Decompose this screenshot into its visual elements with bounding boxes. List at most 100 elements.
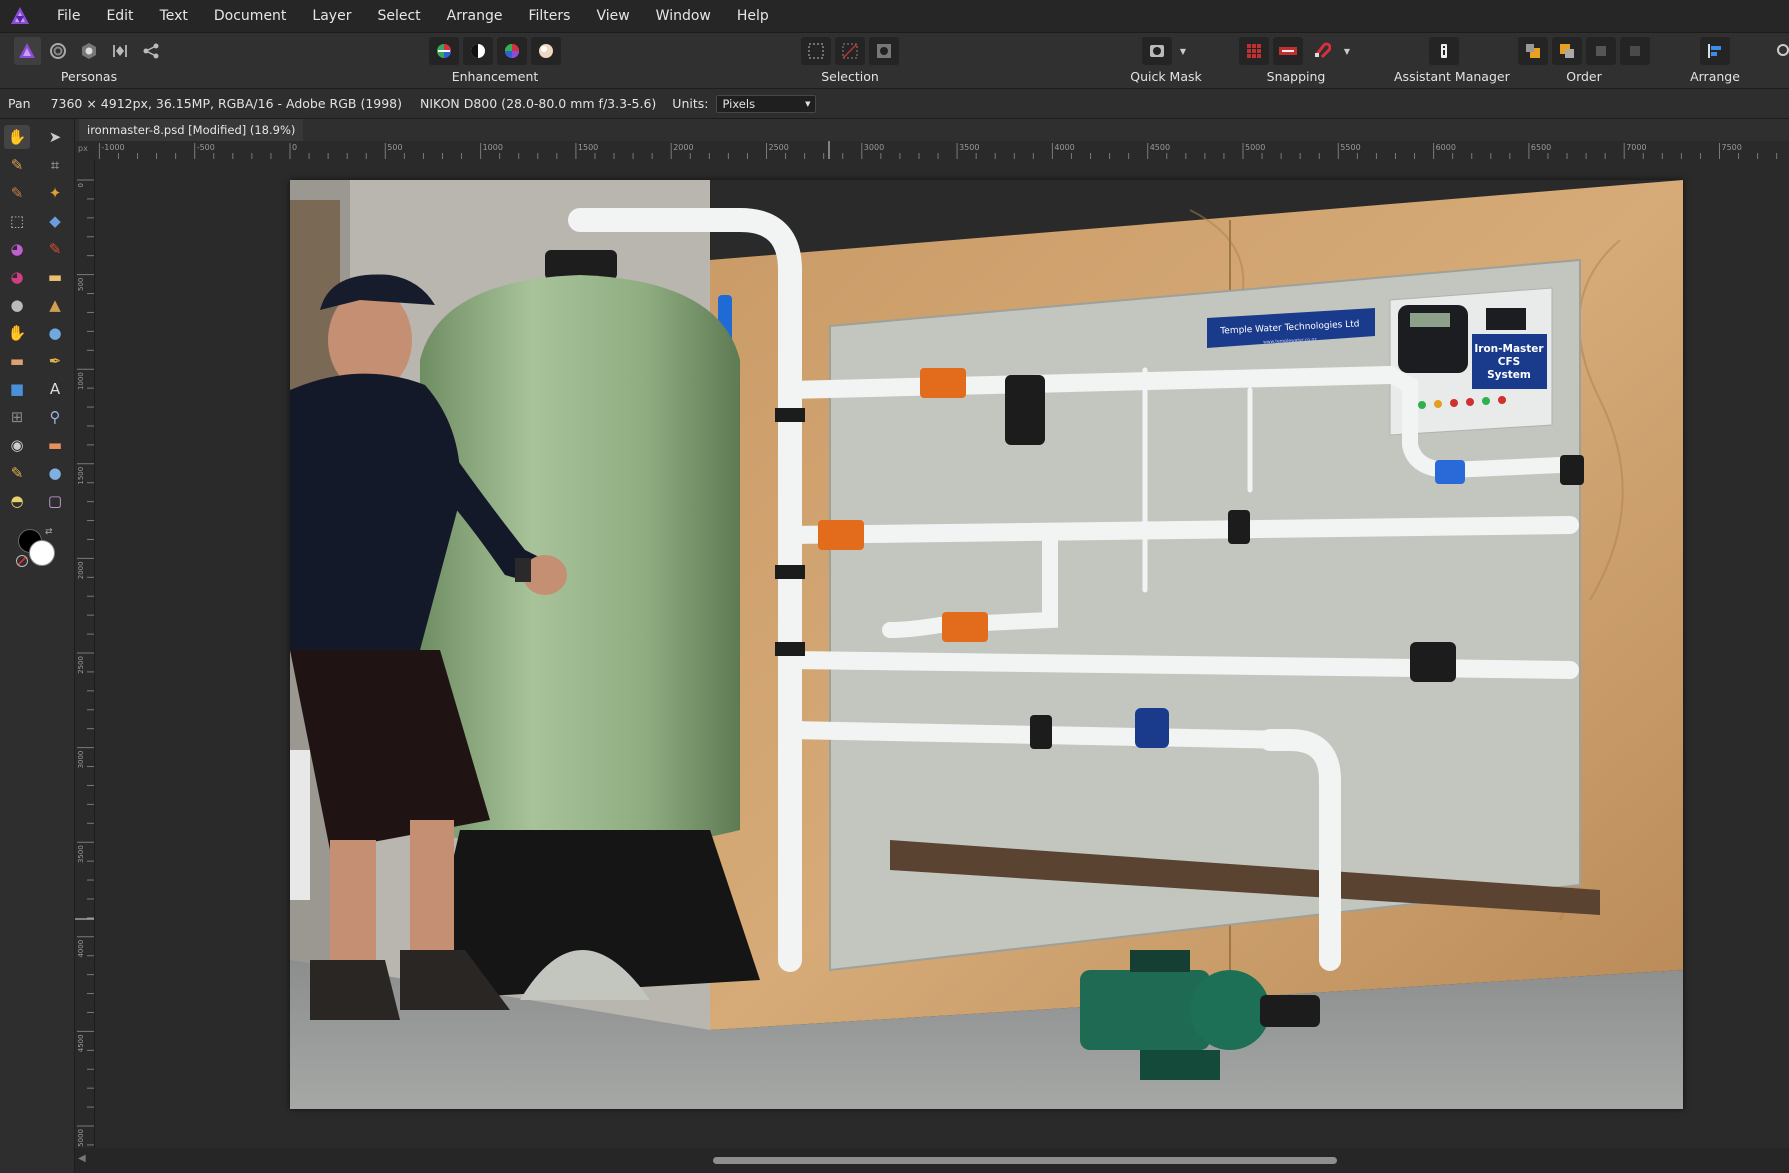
inpainting-brush-tool[interactable]: ✎: [4, 461, 30, 485]
deselect-icon: [842, 43, 858, 59]
invert-selection-button[interactable]: [869, 37, 899, 65]
ruler-label: 4000: [77, 940, 85, 958]
align-button[interactable]: [1700, 37, 1730, 65]
move-to-back-button[interactable]: [1518, 37, 1548, 65]
menu-file[interactable]: File: [44, 0, 93, 32]
gradient-tool[interactable]: ◕: [4, 237, 30, 261]
pen-tool[interactable]: ✒: [42, 349, 68, 373]
menu-text[interactable]: Text: [147, 0, 201, 32]
snapping-pixel-button[interactable]: [1273, 37, 1303, 65]
snapping-dropdown[interactable]: ▼: [1341, 37, 1353, 65]
document-canvas[interactable]: Temple Water Technologies Ltd www.temple…: [290, 180, 1683, 1109]
swap-colors-icon[interactable]: ⇄: [45, 527, 53, 537]
menu-filters[interactable]: Filters: [515, 0, 583, 32]
pen-tool-icon: ✒: [48, 351, 62, 370]
ruler-label: 0: [77, 183, 85, 187]
flood-select-tool[interactable]: ✦: [42, 181, 68, 205]
menu-window[interactable]: Window: [643, 0, 724, 32]
horizontal-scrollbar[interactable]: ◀: [75, 1148, 1789, 1173]
marquee-tool[interactable]: ⬚: [4, 209, 30, 233]
photo-persona-button[interactable]: [14, 37, 41, 65]
vertical-ruler[interactable]: 0 500 1000 1500 2000 2500 3000 3500 4000 4500 5000: [75, 159, 95, 1148]
zoom-tool[interactable]: ⚲: [42, 405, 68, 429]
menu-edit[interactable]: Edit: [93, 0, 146, 32]
crop-tool-icon: ⌗: [50, 155, 60, 174]
ruler-label: 6000: [1436, 143, 1456, 152]
color-swatches[interactable]: ⇄: [16, 527, 56, 567]
dodge-tool[interactable]: ●: [4, 293, 30, 317]
menu-arrange[interactable]: Arrange: [434, 0, 516, 32]
no-color-icon[interactable]: [16, 555, 28, 567]
menu-document[interactable]: Document: [201, 0, 300, 32]
units-select[interactable]: Pixels ▼: [716, 94, 817, 113]
zoom-tool-icon: ⚲: [49, 407, 61, 426]
rectangle-tool[interactable]: ■: [4, 377, 30, 401]
deselect-button[interactable]: [835, 37, 865, 65]
ruler-label: 2500: [769, 143, 789, 152]
view-tool[interactable]: ✋: [4, 125, 30, 149]
move-back-one-button[interactable]: [1552, 37, 1582, 65]
snapping-toggle-button[interactable]: [1307, 37, 1337, 65]
move-tool[interactable]: ➤: [42, 125, 68, 149]
quick-mask-dropdown[interactable]: ▼: [1176, 37, 1190, 65]
horizontal-ruler[interactable]: -1000 -500 0 500 1000 1500 2000 2500 3000 3500 400…: [94, 141, 1789, 160]
sharpen-brush-tool[interactable]: ●: [42, 461, 68, 485]
red-eye-tool-icon: ◉: [10, 435, 24, 454]
erase-brush-tool[interactable]: ▬: [42, 265, 68, 289]
auto-contrast-button[interactable]: [463, 37, 493, 65]
node-tool[interactable]: ▢: [42, 489, 68, 513]
auto-levels-icon: [437, 44, 451, 58]
develop-persona-button[interactable]: [76, 37, 103, 65]
auto-colors-button[interactable]: [497, 37, 527, 65]
align-left-icon: [1708, 44, 1721, 58]
menu-select[interactable]: Select: [364, 0, 433, 32]
secondary-color-swatch[interactable]: [29, 540, 55, 566]
camera-info: NIKON D800 (28.0-80.0 mm f/3.3-5.6): [420, 96, 657, 111]
crop-tool[interactable]: ⌗: [42, 153, 68, 177]
menu-bar: File Edit Text Document Layer Select Arrange Fi…: [0, 0, 1789, 33]
ruler-label: 5500: [1340, 143, 1360, 152]
healing-brush-tool[interactable]: ▬: [4, 349, 30, 373]
selection-brush-tool[interactable]: ✎: [4, 181, 30, 205]
red-eye-tool[interactable]: ◉: [4, 433, 30, 457]
overflow-toolbar-button[interactable]: [1772, 37, 1789, 65]
auto-white-balance-button[interactable]: [531, 37, 561, 65]
canvas-area[interactable]: Temple Water Technologies Ltd www.temple…: [95, 159, 1789, 1148]
enhancement-label: Enhancement: [451, 69, 539, 84]
patch-tool-icon: ▬: [47, 435, 63, 454]
menu-view[interactable]: View: [583, 0, 642, 32]
patch-tool[interactable]: ▬: [42, 433, 68, 457]
frequency-separation-tool[interactable]: ◓: [4, 489, 30, 513]
mesh-warp-tool[interactable]: ⊞: [4, 405, 30, 429]
paint-brush-tool[interactable]: ✎: [42, 237, 68, 261]
menu-layer[interactable]: Layer: [299, 0, 364, 32]
scroll-left-arrow-icon[interactable]: ◀: [78, 1153, 86, 1164]
artistic-text-tool[interactable]: A: [42, 377, 68, 401]
select-all-button[interactable]: [801, 37, 831, 65]
flood-fill-tool[interactable]: ◆: [42, 209, 68, 233]
move-to-front-button[interactable]: [1620, 37, 1650, 65]
smudge-tool[interactable]: ✋: [4, 321, 30, 345]
flood-fill-tool-icon: ◆: [49, 211, 61, 230]
liquify-persona-button[interactable]: [45, 37, 72, 65]
ruler-label: 500: [387, 143, 402, 152]
quick-mask-button[interactable]: [1142, 37, 1172, 65]
blur-brush-tool[interactable]: ●: [42, 321, 68, 345]
clone-brush-tool[interactable]: ▲: [42, 293, 68, 317]
move-to-front-icon: [1630, 46, 1640, 56]
auto-levels-button[interactable]: [429, 37, 459, 65]
horizontal-scroll-thumb[interactable]: [713, 1157, 1337, 1164]
export-persona-button[interactable]: [137, 37, 164, 65]
color-picker-tool[interactable]: ✎: [4, 153, 30, 177]
magnet-icon: [1315, 42, 1331, 59]
panel-meter: [1486, 308, 1526, 330]
color-replacement-tool[interactable]: ◕: [4, 265, 30, 289]
assistant-manager-button[interactable]: [1429, 37, 1459, 65]
snapping-grid-button[interactable]: [1239, 37, 1269, 65]
menu-help[interactable]: Help: [724, 0, 782, 32]
snapping-group: ▼ Snapping: [1234, 37, 1358, 87]
tone-mapping-persona-button[interactable]: [106, 37, 133, 65]
move-forward-one-button[interactable]: [1586, 37, 1616, 65]
document-tab[interactable]: ironmaster-8.psd [Modified] (18.9%): [79, 119, 304, 141]
ruler-origin[interactable]: px: [75, 141, 94, 159]
